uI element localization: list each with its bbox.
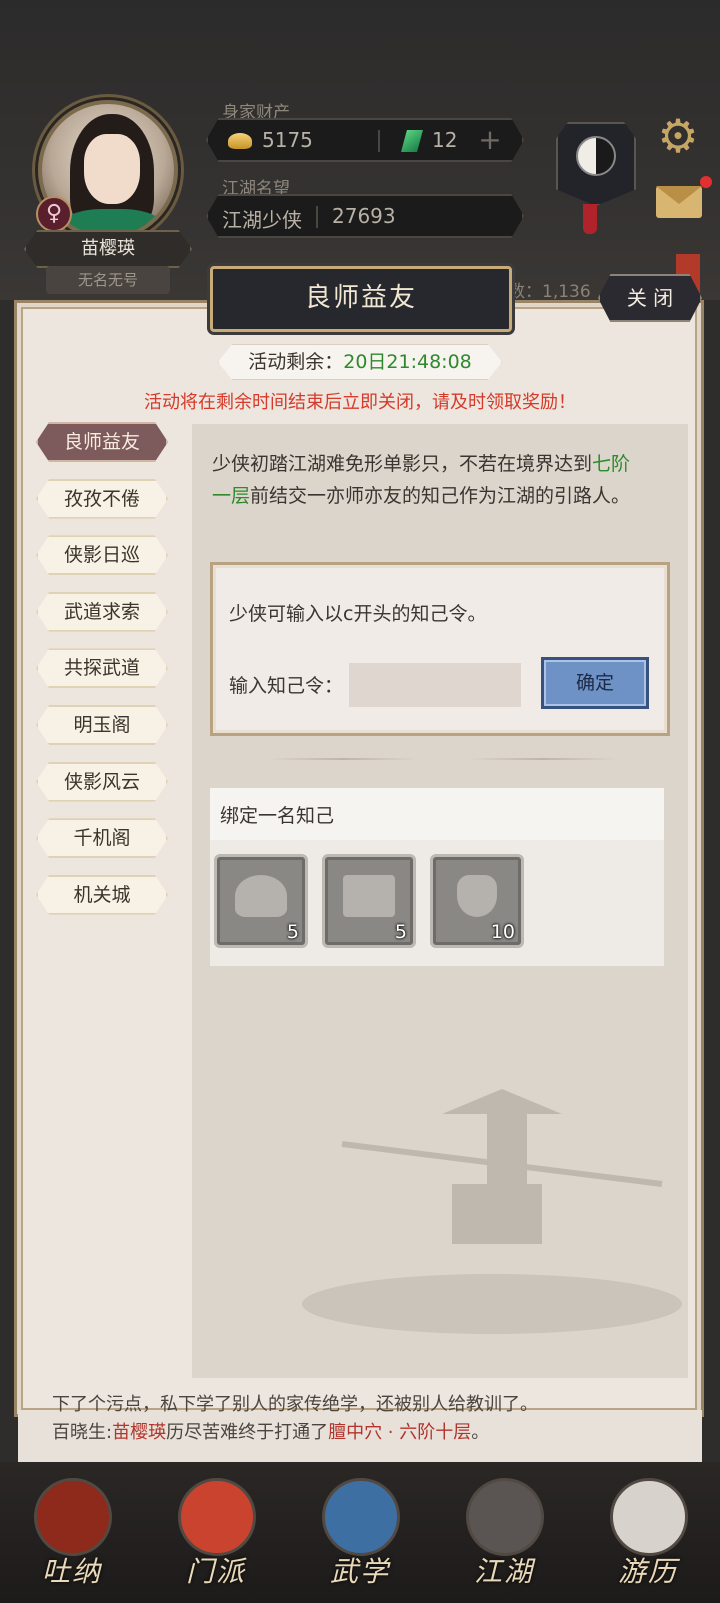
- reward-item[interactable]: 5: [214, 854, 308, 948]
- nav-sect[interactable]: 门派: [156, 1468, 276, 1598]
- incense-burner-icon: [457, 875, 497, 917]
- top-hud: ♀ 苗樱瑛 无名无号 身家财产 5175 12 + 江湖名望 江湖少侠 2769…: [0, 0, 720, 302]
- female-icon: ♀: [36, 196, 72, 232]
- sidebar-item-hero-legends[interactable]: 侠影风云: [36, 761, 168, 802]
- close-button[interactable]: 关 闭: [598, 274, 702, 322]
- panel-title: 良师益友: [210, 266, 512, 332]
- ticker-line: 下了个污点，私下学了别人的家传绝学，还被别人给教训了。: [52, 1394, 538, 1415]
- divider: [268, 758, 418, 760]
- character-title: 无名无号: [46, 266, 170, 294]
- desc-text: 少侠初踏江湖难免形单影只，不若在境界达到: [212, 453, 593, 475]
- sidebar-item-mingyu-pavilion[interactable]: 明玉阁: [36, 704, 168, 745]
- bottom-nav: 吐纳 门派 武学 江湖 游历: [0, 1462, 720, 1603]
- divider: [378, 130, 380, 152]
- sidebar-item-qianji-pavilion[interactable]: 千机阁: [36, 818, 168, 859]
- nav-label: 游历: [617, 1555, 678, 1588]
- gold-amount: 5175: [262, 128, 313, 152]
- reward-count: 5: [394, 921, 407, 943]
- reward-item[interactable]: 10: [430, 854, 524, 948]
- sidebar-item-mechanism-city[interactable]: 机关城: [36, 874, 168, 915]
- gear-icon[interactable]: ⚙: [654, 112, 702, 160]
- ticker-acupoint: 膻中穴 · 六阶十层: [328, 1422, 472, 1443]
- timer-value: 20日21:48:08: [343, 351, 472, 373]
- close-warning: 活动将在剩余时间结束后立即关闭，请及时领取奖励！: [144, 392, 576, 413]
- ticker-line: 百晓生:苗樱瑛历尽苦难终于打通了膻中穴 · 六阶十层。: [52, 1418, 489, 1444]
- nav-martial-arts[interactable]: 武学: [300, 1468, 420, 1598]
- silver-ingot-icon: [235, 875, 287, 917]
- reward-count: 5: [286, 921, 299, 943]
- nav-label: 门派: [185, 1555, 246, 1588]
- martial-book-icon: [322, 1478, 400, 1556]
- tassel-icon: [583, 204, 597, 234]
- jade-icon: [401, 130, 423, 152]
- taiji-button[interactable]: [556, 122, 636, 206]
- timer-label: 活动剩余：: [248, 351, 344, 373]
- gold-ingot-icon: [228, 133, 252, 149]
- character-name: 苗樱瑛: [24, 230, 192, 268]
- activity-description: 少侠初踏江湖难免形单影只，不若在境界达到七阶一层前结交一亦师亦友的知己作为江湖的…: [212, 448, 648, 512]
- sidebar-item-co-explore[interactable]: 共探武道: [36, 648, 168, 689]
- jade-amount: 12: [432, 128, 458, 152]
- notification-dot: [700, 176, 712, 188]
- avatar-face: [84, 134, 140, 204]
- news-ticker: 下了个污点，私下学了别人的家传绝学，还被别人给教训了。 百晓生:苗樱瑛历尽苦难终…: [18, 1394, 702, 1462]
- fame-bar: 江湖少侠 27693: [206, 194, 524, 238]
- code-input-box: 少侠可输入以c开头的知己令。 输入知己令： 确定: [210, 562, 670, 736]
- yin-yang-icon: [576, 136, 616, 176]
- sidebar-item-daily-patrol[interactable]: 侠影日巡: [36, 535, 168, 576]
- mail-icon[interactable]: [656, 186, 702, 218]
- breathing-icon: [34, 1478, 112, 1556]
- code-hint: 少侠可输入以c开头的知己令。: [229, 603, 487, 625]
- bamboo-hat-icon: [466, 1478, 544, 1556]
- reward-box: 绑定一名知己 5 5 10: [210, 788, 664, 966]
- nav-travel[interactable]: 游历: [588, 1468, 708, 1598]
- reward-item[interactable]: 5: [322, 854, 416, 948]
- ticker-prefix: 百晓生:: [52, 1422, 113, 1443]
- desc-text: 前结交一亦师亦友的知己作为江湖的引路人。: [250, 485, 631, 507]
- divider: [468, 758, 618, 760]
- code-label: 输入知己令：: [229, 675, 344, 697]
- nav-label: 吐纳: [41, 1555, 102, 1588]
- fame-value: 27693: [332, 204, 396, 228]
- ticker-text: 历尽苦难终于打通了: [166, 1422, 329, 1443]
- sect-banner-icon: [178, 1478, 256, 1556]
- ticker-text: 。: [471, 1422, 490, 1443]
- confirm-button[interactable]: 确定: [541, 657, 649, 709]
- wealth-bar: 5175 12 +: [206, 118, 524, 162]
- nav-label: 江湖: [473, 1555, 534, 1588]
- activity-sidebar: 良师益友 孜孜不倦 侠影日巡 武道求索 共探武道 明玉阁 侠影风云 千机阁 机关…: [36, 422, 168, 931]
- reward-count: 10: [490, 921, 515, 943]
- nav-label: 武学: [329, 1555, 390, 1588]
- friend-code-input[interactable]: [349, 663, 521, 707]
- partial-stat: 数：1,136: [508, 282, 591, 302]
- chest-icon: [343, 875, 395, 917]
- divider: [316, 206, 318, 228]
- ticker-player-name: 苗樱瑛: [112, 1422, 167, 1443]
- sidebar-item-martial-quest[interactable]: 武道求索: [36, 591, 168, 632]
- reward-title: 绑定一名知己: [210, 788, 664, 840]
- sidebar-item-diligence[interactable]: 孜孜不倦: [36, 478, 168, 519]
- nav-jianghu[interactable]: 江湖: [444, 1468, 564, 1598]
- activity-content: 少侠初踏江湖难免形单影只，不若在境界达到七阶一层前结交一亦师亦友的知己作为江湖的…: [192, 424, 688, 1378]
- horse-icon: [610, 1478, 688, 1556]
- activity-timer: 活动剩余：20日21:48:08: [218, 344, 502, 380]
- fame-rank: 江湖少侠: [222, 208, 302, 232]
- sidebar-item-mentor-friend[interactable]: 良师益友: [36, 422, 168, 462]
- nav-breathing[interactable]: 吐纳: [12, 1468, 132, 1598]
- ink-wash-fisherman-illustration: [302, 1089, 682, 1334]
- add-currency-button[interactable]: +: [474, 124, 506, 156]
